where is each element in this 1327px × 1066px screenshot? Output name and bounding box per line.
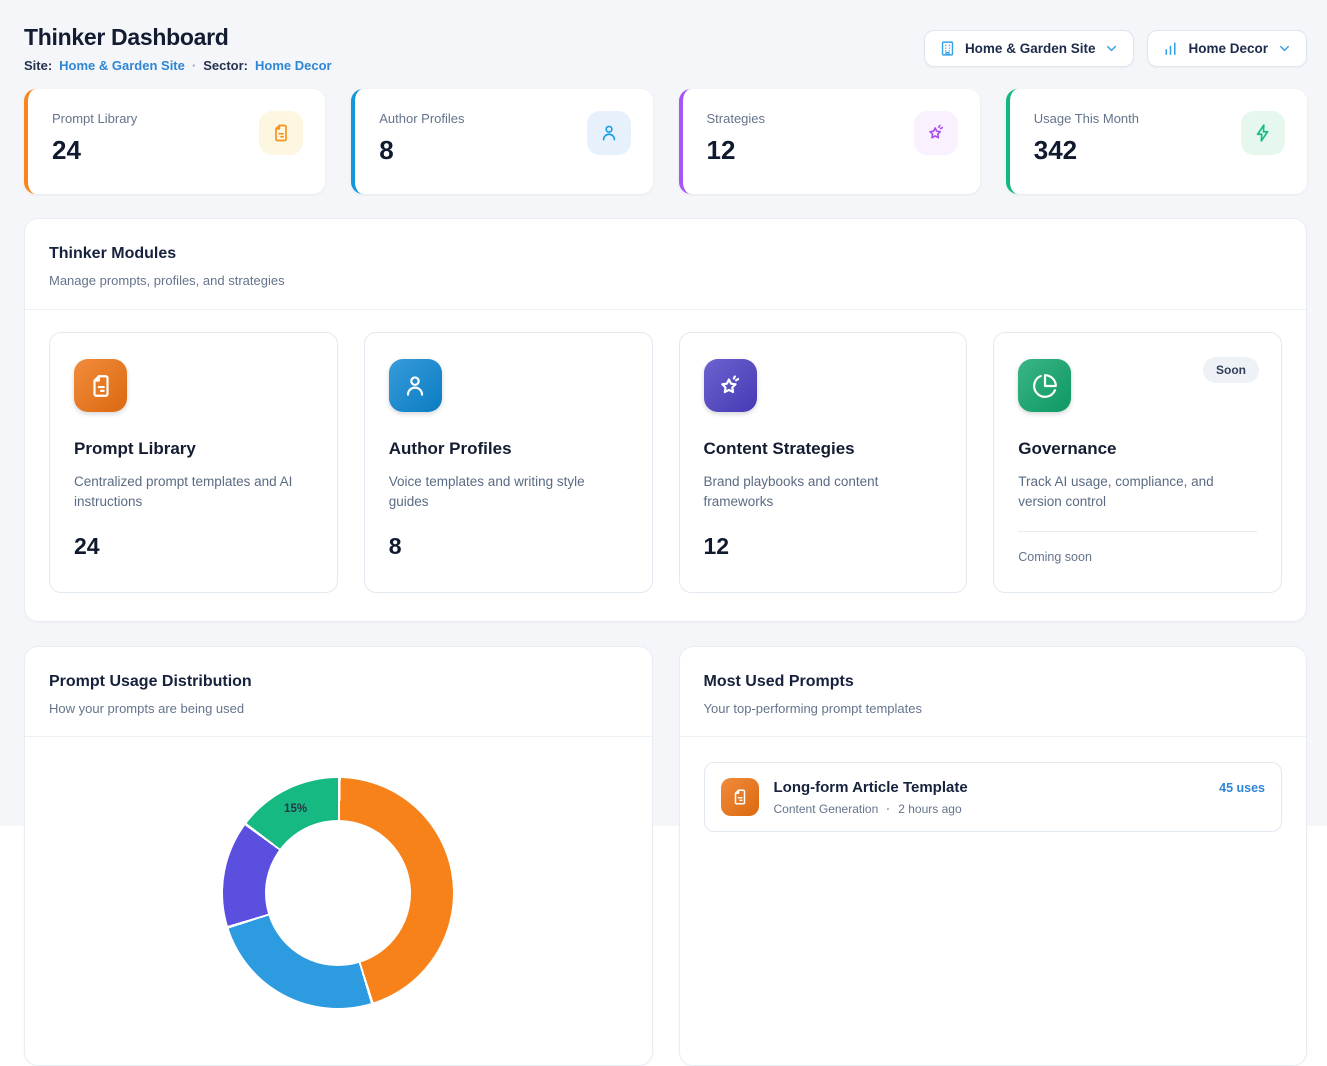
module-card-governance[interactable]: Soon Governance Track AI usage, complian… <box>993 332 1282 593</box>
module-description: Centralized prompt templates and AI inst… <box>74 472 313 512</box>
stat-label: Strategies <box>707 111 766 126</box>
site-label: Site: <box>24 58 52 73</box>
module-description: Brand playbooks and content frameworks <box>704 472 943 512</box>
stat-card-strategies: Strategies 12 <box>679 89 980 194</box>
chevron-down-icon <box>1277 41 1292 56</box>
thinker-modules-card: Thinker Modules Manage prompts, profiles… <box>24 218 1307 622</box>
modules-subtitle: Manage prompts, profiles, and strategies <box>49 273 1282 288</box>
module-title: Prompt Library <box>74 439 313 459</box>
prompt-list-item[interactable]: Long-form Article Template Content Gener… <box>704 762 1283 832</box>
stat-label: Usage This Month <box>1034 111 1139 126</box>
bar-chart-icon <box>1162 40 1179 57</box>
user-icon <box>587 111 631 155</box>
module-card-prompt-library[interactable]: Prompt Library Centralized prompt templa… <box>49 332 338 593</box>
stat-value: 24 <box>52 135 137 166</box>
bolt-icon <box>1241 111 1285 155</box>
site-link[interactable]: Home & Garden Site <box>59 58 185 73</box>
stat-value: 342 <box>1034 135 1139 166</box>
usage-title: Prompt Usage Distribution <box>49 673 628 691</box>
star-sparkle-icon <box>704 359 757 412</box>
sector-link[interactable]: Home Decor <box>255 58 332 73</box>
dashboard-page: Thinker Dashboard Site: Home & Garden Si… <box>0 0 1327 1066</box>
modules-grid: Prompt Library Centralized prompt templa… <box>25 310 1306 621</box>
bottom-row: Prompt Usage Distribution How your promp… <box>24 646 1307 1066</box>
stat-card-usage: Usage This Month 342 <box>1006 89 1307 194</box>
usage-distribution-card: Prompt Usage Distribution How your promp… <box>24 646 653 1066</box>
dot-separator: · <box>192 58 196 73</box>
prompt-uses-badge: 45 uses <box>1219 781 1265 795</box>
sector-label: Sector: <box>203 58 248 73</box>
modules-title: Thinker Modules <box>49 245 1282 263</box>
user-icon <box>389 359 442 412</box>
module-description: Track AI usage, compliance, and version … <box>1018 472 1257 512</box>
document-icon <box>721 778 759 816</box>
module-title: Governance <box>1018 439 1257 459</box>
prompt-category: Content Generation <box>774 802 879 816</box>
prompts-title: Most Used Prompts <box>704 673 1283 691</box>
prompts-subtitle: Your top-performing prompt templates <box>704 701 1283 716</box>
sector-selector-label: Home Decor <box>1188 41 1268 56</box>
prompts-header: Most Used Prompts Your top-performing pr… <box>680 647 1307 737</box>
site-selector-label: Home & Garden Site <box>965 41 1096 56</box>
building-icon <box>939 40 956 57</box>
site-selector-button[interactable]: Home & Garden Site <box>924 30 1135 67</box>
stat-card-prompt-library: Prompt Library 24 <box>24 89 325 194</box>
site-sector-breadcrumb: Site: Home & Garden Site · Sector: Home … <box>24 58 332 73</box>
dot-separator: · <box>886 802 890 816</box>
stat-label: Prompt Library <box>52 111 137 126</box>
star-sparkle-icon <box>914 111 958 155</box>
stat-value: 12 <box>707 135 766 166</box>
page-header: Thinker Dashboard Site: Home & Garden Si… <box>24 24 1307 73</box>
module-description: Voice templates and writing style guides <box>389 472 628 512</box>
donut-slice-label: 15% <box>284 803 307 815</box>
module-count: 8 <box>389 533 628 560</box>
module-count: 12 <box>704 533 943 560</box>
usage-subtitle: How your prompts are being used <box>49 701 628 716</box>
usage-header: Prompt Usage Distribution How your promp… <box>25 647 652 737</box>
most-used-prompts-card: Most Used Prompts Your top-performing pr… <box>679 646 1308 1066</box>
chevron-down-icon <box>1104 41 1119 56</box>
stat-card-author-profiles: Author Profiles 8 <box>351 89 652 194</box>
soon-badge: Soon <box>1203 357 1259 383</box>
sector-selector-button[interactable]: Home Decor <box>1147 30 1307 67</box>
donut-chart-area: 15% <box>25 737 652 1008</box>
module-card-content-strategies[interactable]: Content Strategies Brand playbooks and c… <box>679 332 968 593</box>
prompt-title: Long-form Article Template <box>774 779 1205 796</box>
prompts-list: Long-form Article Template Content Gener… <box>680 737 1307 857</box>
stat-label: Author Profiles <box>379 111 464 126</box>
stat-value: 8 <box>379 135 464 166</box>
pie-chart-icon <box>1018 359 1071 412</box>
modules-header: Thinker Modules Manage prompts, profiles… <box>25 219 1306 310</box>
module-title: Content Strategies <box>704 439 943 459</box>
page-title: Thinker Dashboard <box>24 24 332 51</box>
module-title: Author Profiles <box>389 439 628 459</box>
module-card-author-profiles[interactable]: Author Profiles Voice templates and writ… <box>364 332 653 593</box>
coming-soon-text: Coming soon <box>1018 550 1257 564</box>
module-count: 24 <box>74 533 313 560</box>
document-icon <box>259 111 303 155</box>
prompt-time: 2 hours ago <box>898 802 961 816</box>
stats-row: Prompt Library 24 Author Profiles 8 Stra… <box>24 89 1307 194</box>
header-left: Thinker Dashboard Site: Home & Garden Si… <box>24 24 332 73</box>
usage-donut: 15% <box>223 778 453 1008</box>
document-icon <box>74 359 127 412</box>
divider <box>1018 531 1257 532</box>
header-selectors: Home & Garden Site Home Decor <box>924 30 1307 67</box>
